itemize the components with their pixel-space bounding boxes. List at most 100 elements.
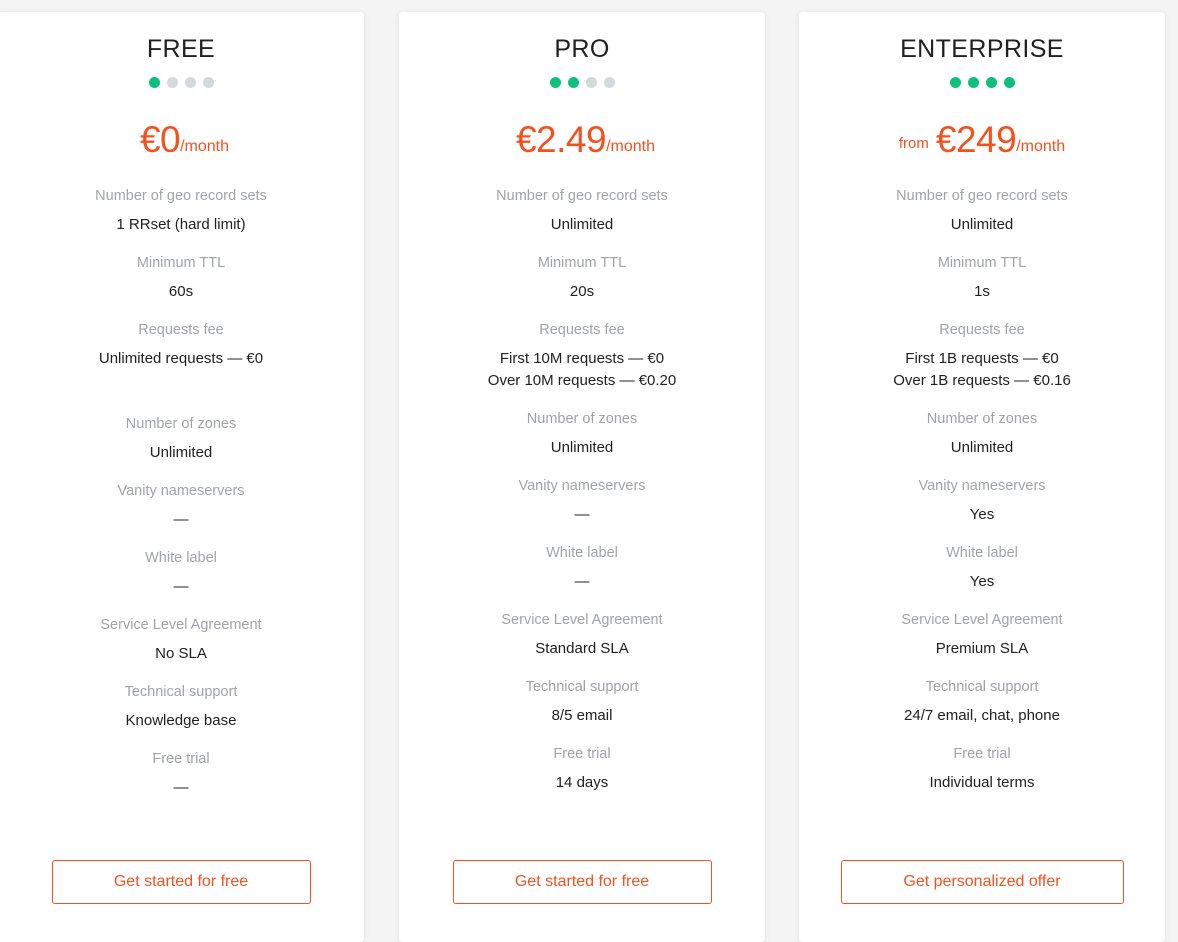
feature-label: Free trial [152, 751, 210, 767]
feature-vanity-nameservers: Vanity nameservers — [0, 481, 364, 531]
feature-value: No SLA [155, 645, 207, 662]
feature-label: Vanity nameservers [518, 478, 646, 494]
level-dot [549, 77, 561, 88]
price-period: /month [1016, 138, 1066, 155]
plan-level-dots [399, 77, 765, 88]
get-personalized-offer-button[interactable]: Get personalized offer [840, 860, 1124, 904]
feature-label: Number of geo record sets [496, 188, 668, 204]
get-started-button[interactable]: Get started for free [51, 860, 311, 904]
price-amount: €0 [139, 119, 181, 160]
feature-requests-fee: Requests fee First 1B requests — €0 Over… [799, 320, 1165, 392]
feature-value: Knowledge base [125, 712, 237, 729]
cta-container: Get started for free [399, 860, 765, 904]
feature-label: Service Level Agreement [100, 617, 262, 633]
feature-spacer [399, 727, 765, 744]
price-amount: €249 [935, 119, 1017, 160]
feature-value: First 1B requests — €0 Over 1B requests … [893, 350, 1071, 389]
plan-level-dots [0, 77, 364, 88]
feature-list: Number of geo record sets Unlimited Mini… [399, 186, 765, 794]
feature-value: Yes [969, 573, 995, 590]
feature-geo-record-sets: Number of geo record sets 1 RRset (hard … [0, 186, 364, 236]
cta-container: Get started for free [0, 860, 364, 904]
feature-sla: Service Level Agreement Standard SLA [399, 610, 765, 660]
feature-geo-record-sets: Number of geo record sets Unlimited [799, 186, 1165, 236]
feature-free-trial: Free trial — [0, 749, 364, 799]
feature-label: Vanity nameservers [918, 478, 1046, 494]
plan-name: ENTERPRISE [900, 35, 1064, 63]
feature-geo-record-sets: Number of geo record sets Unlimited [399, 186, 765, 236]
feature-value: Unlimited [550, 439, 614, 456]
feature-value: Individual terms [929, 774, 1035, 791]
feature-value: Unlimited [950, 216, 1014, 233]
feature-label: Requests fee [539, 322, 625, 338]
feature-spacer [0, 732, 364, 749]
feature-value: — [173, 511, 189, 528]
plan-name: FREE [146, 35, 216, 63]
feature-minimum-ttl: Minimum TTL 20s [399, 253, 765, 303]
level-dot [949, 77, 961, 88]
feature-value: 20s [569, 283, 595, 300]
feature-technical-support: Technical support 8/5 email [399, 677, 765, 727]
feature-spacer [399, 526, 765, 543]
cta-container: Get personalized offer [799, 860, 1165, 904]
feature-value: Standard SLA [535, 640, 629, 657]
level-dot [184, 77, 196, 88]
feature-value: First 10M requests — €0 Over 10M request… [487, 350, 677, 389]
feature-vanity-nameservers: Vanity nameservers — [399, 476, 765, 526]
feature-free-trial: Free trial 14 days [399, 744, 765, 794]
feature-value: 24/7 email, chat, phone [904, 707, 1060, 724]
feature-spacer [399, 303, 765, 320]
feature-label: Minimum TTL [136, 255, 226, 271]
level-dot [603, 77, 615, 88]
feature-value: Unlimited [550, 216, 614, 233]
feature-white-label: White label — [0, 548, 364, 598]
price-from-prefix: from [898, 135, 929, 152]
feature-spacer [399, 236, 765, 253]
feature-spacer [0, 236, 364, 253]
feature-list: Number of geo record sets 1 RRset (hard … [0, 186, 364, 799]
feature-value: Unlimited [950, 439, 1014, 456]
feature-value: Premium SLA [935, 640, 1029, 657]
level-dot [148, 77, 160, 88]
plan-price: €0/month [0, 121, 364, 158]
feature-spacer [0, 598, 364, 615]
feature-label: White label [946, 545, 1018, 561]
feature-minimum-ttl: Minimum TTL 1s [799, 253, 1165, 303]
feature-spacer [799, 303, 1165, 320]
feature-zones: Number of zones Unlimited [399, 409, 765, 459]
feature-spacer [799, 236, 1165, 253]
feature-label: Technical support [925, 679, 1039, 695]
feature-label: Number of geo record sets [896, 188, 1068, 204]
feature-white-label: White label — [399, 543, 765, 593]
feature-requests-fee: Requests fee First 10M requests — €0 Ove… [399, 320, 765, 392]
level-dot [967, 77, 979, 88]
feature-value: 1 RRset (hard limit) [116, 216, 246, 233]
feature-spacer [0, 665, 364, 682]
feature-label: Number of geo record sets [95, 188, 267, 204]
feature-white-label: White label Yes [799, 543, 1165, 593]
feature-label: Minimum TTL [937, 255, 1027, 271]
feature-value: Unlimited requests — €0 [98, 350, 264, 367]
plan-name: PRO [554, 35, 610, 63]
feature-label: Vanity nameservers [117, 483, 245, 499]
feature-label: Requests fee [939, 322, 1025, 338]
feature-value: Yes [969, 506, 995, 523]
get-started-button[interactable]: Get started for free [452, 860, 712, 904]
level-dot [166, 77, 178, 88]
feature-value: — [173, 578, 189, 595]
feature-label: Service Level Agreement [901, 612, 1063, 628]
feature-label: Technical support [124, 684, 238, 700]
feature-value: — [173, 779, 189, 796]
feature-value: 14 days [555, 774, 609, 791]
feature-label: Number of zones [125, 416, 237, 432]
feature-spacer [799, 459, 1165, 476]
level-dot [985, 77, 997, 88]
level-dot [202, 77, 214, 88]
feature-free-trial: Free trial Individual terms [799, 744, 1165, 794]
feature-value: 60s [168, 283, 194, 300]
feature-label: White label [145, 550, 217, 566]
feature-spacer [799, 392, 1165, 409]
feature-zones: Number of zones Unlimited [799, 409, 1165, 459]
feature-label: Service Level Agreement [501, 612, 663, 628]
feature-spacer [399, 459, 765, 476]
